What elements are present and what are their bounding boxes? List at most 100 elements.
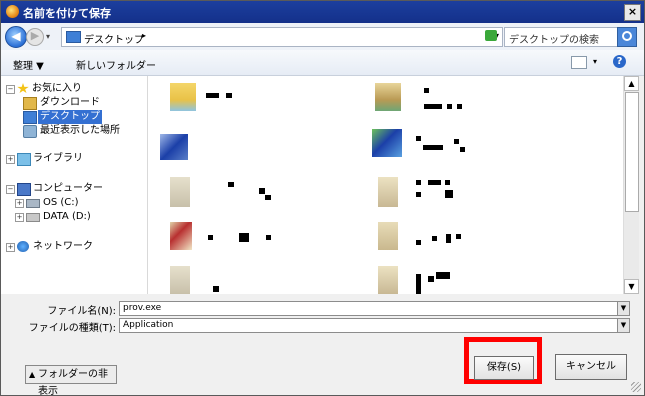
redacted-filename (226, 93, 232, 98)
filetype-label: ファイルの種類(T): (28, 323, 116, 334)
view-options-icon[interactable] (571, 56, 587, 69)
filetype-select[interactable]: Application ▼ (119, 318, 630, 333)
resize-grip-icon[interactable] (631, 382, 641, 392)
close-button[interactable]: × (624, 4, 641, 21)
collapse-icon[interactable]: − (6, 85, 15, 94)
computer-icon (17, 183, 31, 196)
file-thumbnail (372, 129, 402, 157)
redacted-filename (266, 235, 271, 240)
redacted-filename (457, 104, 462, 109)
cancel-button[interactable]: キャンセル (555, 354, 627, 380)
forward-arrow-icon: ▶ (30, 29, 40, 42)
save-as-dialog: 名前を付けて保存 × ◀ ▶ ▾ デスクトップ ▸ ▾ デスクトップの検索 整理… (0, 0, 645, 396)
redacted-filename (428, 180, 441, 185)
expand-icon[interactable]: + (15, 213, 24, 222)
redacted-filename (265, 195, 271, 200)
expand-icon[interactable]: + (6, 155, 15, 164)
search-box[interactable]: デスクトップの検索 (504, 27, 637, 47)
back-button[interactable]: ◀ (5, 26, 27, 48)
tree-label: 最近表示した場所 (40, 125, 120, 136)
expand-icon[interactable]: + (15, 199, 24, 208)
filename-input[interactable]: prov.exe (123, 303, 161, 313)
redacted-filename (445, 180, 450, 185)
star-icon (17, 83, 29, 94)
tree-label: ライブラリ (33, 153, 83, 164)
address-location[interactable]: デスクトップ (84, 31, 144, 46)
recent-places-icon (23, 125, 37, 138)
address-bar[interactable]: デスクトップ ▸ ▾ (61, 27, 503, 47)
downloads-folder-icon (23, 97, 37, 110)
redacted-filename (446, 234, 451, 243)
file-thumbnail (170, 222, 192, 250)
expand-icon[interactable]: + (6, 243, 15, 252)
redacted-filename (460, 147, 465, 152)
new-folder-button[interactable]: 新しいフォルダー (76, 57, 156, 72)
vertical-scrollbar[interactable]: ▲ ▼ (623, 76, 639, 294)
refresh-icon[interactable] (485, 30, 497, 41)
organize-button[interactable]: 整理 ▼ (13, 57, 44, 72)
redacted-filename (208, 235, 213, 240)
redacted-filename (228, 182, 234, 187)
redacted-filename (454, 139, 459, 144)
redacted-filename (416, 180, 421, 185)
search-icon[interactable] (617, 27, 637, 47)
window-title: 名前を付けて保存 (23, 7, 111, 20)
redacted-filename (456, 234, 461, 239)
app-icon (6, 5, 19, 18)
file-thumbnail (378, 266, 398, 294)
redacted-filename (424, 88, 429, 93)
filename-dropdown-icon[interactable]: ▼ (617, 302, 629, 315)
filetype-dropdown-icon[interactable]: ▼ (617, 319, 629, 332)
filetype-value[interactable]: Application (123, 320, 173, 330)
redacted-filename (416, 192, 421, 197)
scroll-thumb[interactable] (625, 92, 639, 212)
filename-field[interactable]: prov.exe ▼ (119, 301, 630, 316)
tree-label: デスクトップ (38, 110, 102, 124)
back-arrow-icon: ◀ (11, 29, 21, 43)
drive-icon (26, 213, 40, 222)
redacted-filename (213, 286, 219, 292)
drive-icon (26, 199, 40, 208)
breadcrumb-chevron-icon[interactable]: ▸ (142, 31, 146, 40)
save-button[interactable]: 保存(S) (474, 356, 534, 380)
redacted-filename (447, 104, 452, 109)
file-list (148, 76, 623, 294)
collapse-icon[interactable]: − (6, 185, 15, 194)
file-thumbnail (378, 177, 398, 207)
library-icon (17, 153, 31, 166)
help-icon[interactable]: ? (613, 55, 626, 68)
scroll-up-icon[interactable]: ▲ (624, 76, 639, 91)
redacted-filename (416, 136, 421, 141)
hide-folders-button[interactable]: ▲ フォルダーの非表示 (25, 365, 117, 395)
redacted-filename (432, 236, 437, 241)
history-dropdown-icon[interactable]: ▾ (46, 32, 50, 41)
scroll-down-icon[interactable]: ▼ (624, 279, 639, 294)
filename-label: ファイル名(N): (47, 306, 116, 317)
desktop-icon (23, 111, 37, 124)
file-thumbnail (378, 222, 398, 250)
file-thumbnail (160, 134, 188, 160)
redacted-filename (428, 276, 434, 282)
tree-label: DATA (D:) (43, 211, 91, 222)
redacted-filename (416, 274, 421, 294)
address-row: ◀ ▶ ▾ デスクトップ ▸ ▾ デスクトップの検索 (1, 23, 644, 51)
redacted-filename (206, 93, 219, 98)
redacted-filename (259, 188, 265, 194)
tree-label: コンピューター (33, 183, 103, 194)
navigation-pane: − お気に入り ダウンロード デスクトップ 最近表示した場所 + ライブラリ −… (1, 76, 148, 294)
forward-button[interactable]: ▶ (26, 28, 44, 46)
tree-label: ダウンロード (40, 97, 100, 108)
folder-icon (66, 31, 81, 43)
hide-folders-label: フォルダーの非表示 (38, 369, 108, 396)
chevron-up-icon: ▲ (29, 370, 36, 379)
tree-label: ネットワーク (33, 241, 93, 252)
view-dropdown-icon[interactable]: ▾ (593, 57, 597, 66)
file-thumbnail (170, 266, 190, 294)
redacted-filename (423, 145, 443, 150)
command-toolbar: 整理 ▼ 新しいフォルダー ▾ ? (1, 50, 644, 76)
redacted-filename (445, 190, 453, 198)
file-thumbnail (170, 177, 190, 207)
save-options-panel: ファイル名(N): prov.exe ▼ ファイルの種類(T): Applica… (1, 294, 644, 395)
search-input[interactable]: デスクトップの検索 (509, 31, 599, 46)
redacted-filename (424, 104, 442, 109)
